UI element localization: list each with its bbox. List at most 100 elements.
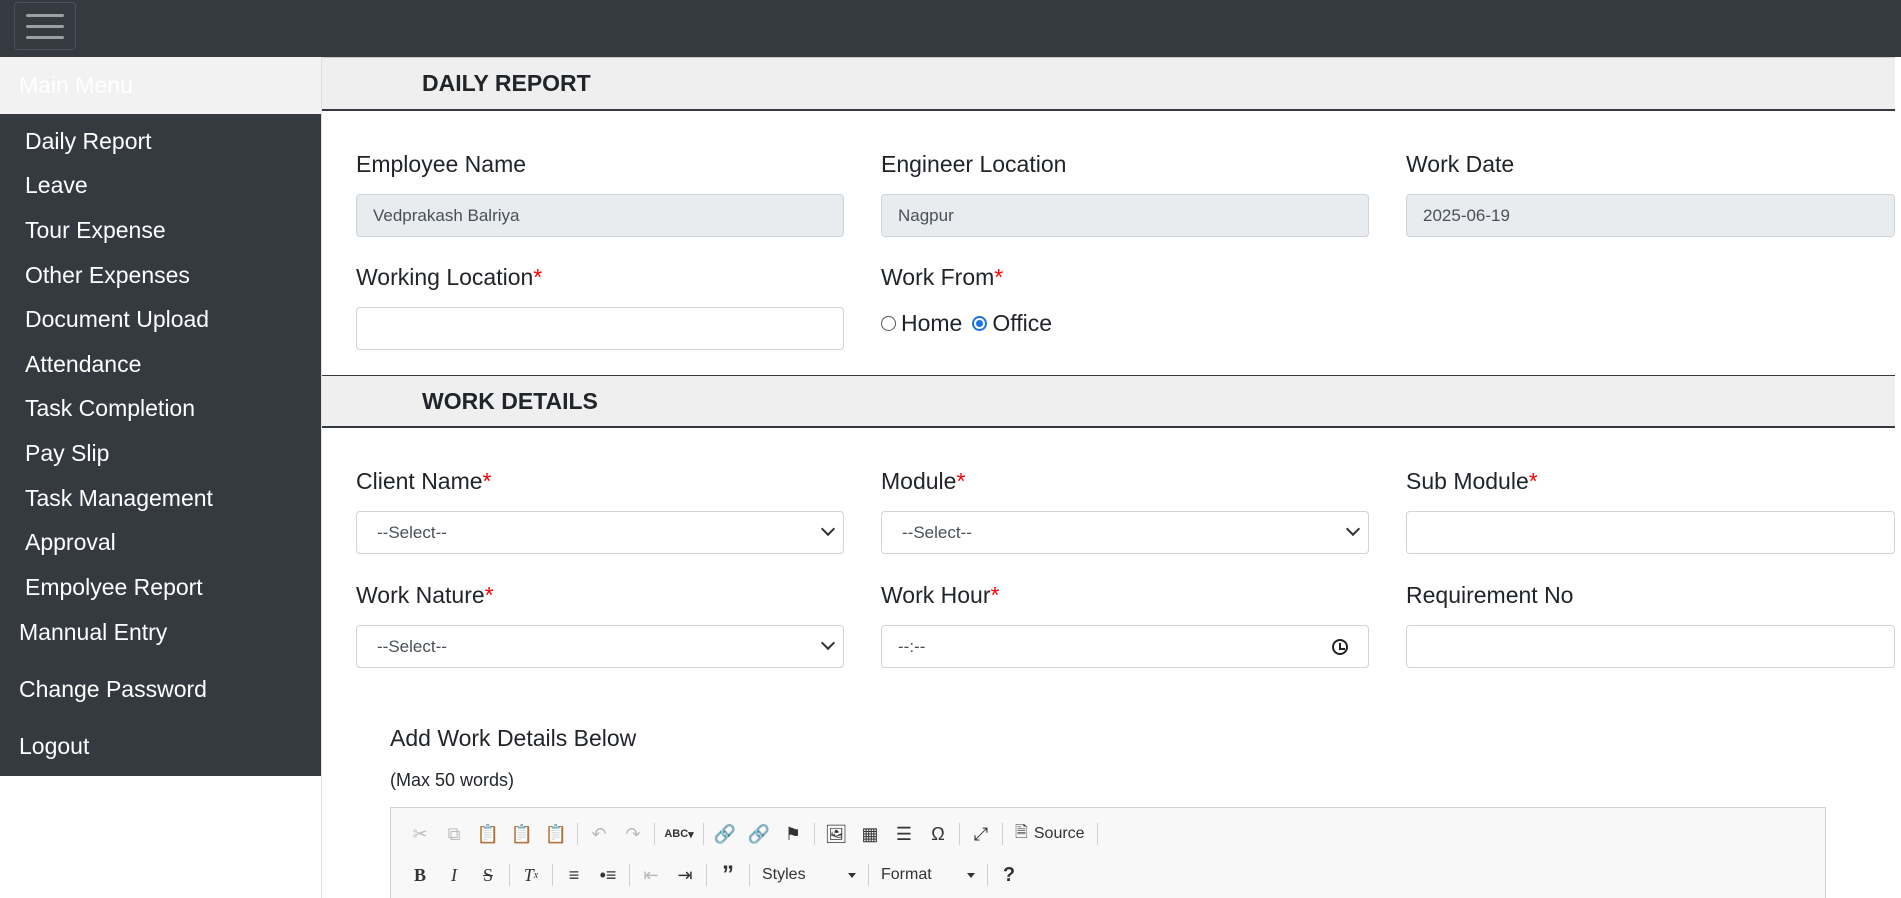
- copy-icon[interactable]: ⧉: [437, 819, 471, 849]
- work-from-radio-group: Home Office: [881, 310, 1062, 337]
- work-nature-select-value: --Select--: [377, 636, 447, 656]
- main-divider: [321, 57, 322, 898]
- required-marker: *: [1528, 468, 1538, 494]
- toolbar-separator: [868, 864, 869, 886]
- editor-title: Add Work Details Below: [390, 725, 637, 751]
- employee-name-field[interactable]: Vedprakash Balriya: [356, 194, 844, 237]
- paste-icon[interactable]: 📋: [471, 819, 505, 849]
- cut-icon[interactable]: ✂: [403, 819, 437, 849]
- sidebar-item-task-management[interactable]: Task Management: [0, 476, 321, 521]
- format-dropdown-label: Format: [881, 866, 932, 883]
- work-nature-label-text: Work Nature: [356, 582, 485, 608]
- paste-from-word-icon[interactable]: 📋: [539, 819, 573, 849]
- sidebar-item-approval[interactable]: Approval: [0, 520, 321, 565]
- bold-icon[interactable]: B: [403, 860, 437, 890]
- required-marker: *: [990, 582, 1000, 608]
- source-button[interactable]: 🗎 Source: [1007, 819, 1093, 849]
- decrease-indent-icon[interactable]: ⇤: [634, 860, 668, 890]
- clock-icon[interactable]: [1332, 639, 1348, 655]
- module-label: Module*: [881, 468, 965, 495]
- work-from-home-label[interactable]: Home: [901, 310, 962, 337]
- maximize-icon[interactable]: ⤢: [964, 819, 998, 849]
- special-character-icon[interactable]: Ω: [921, 819, 955, 849]
- work-from-label: Work From*: [881, 264, 1003, 291]
- work-from-label-text: Work From: [881, 264, 995, 290]
- chevron-down-icon: [1345, 521, 1361, 537]
- toolbar-separator: [749, 864, 750, 886]
- italic-icon[interactable]: I: [437, 860, 471, 890]
- client-name-select[interactable]: --Select--: [356, 511, 844, 554]
- styles-dropdown[interactable]: Styles: [754, 860, 864, 890]
- unlink-icon[interactable]: 🔗: [742, 819, 776, 849]
- numbered-list-icon[interactable]: ≡: [557, 860, 591, 890]
- requirement-no-input[interactable]: [1406, 625, 1895, 668]
- sidebar-menu: Daily Report Leave Tour Expense Other Ex…: [0, 114, 321, 610]
- work-date-field[interactable]: 2025-06-19: [1406, 194, 1895, 237]
- work-date-label-text: Work Date: [1406, 151, 1515, 177]
- styles-dropdown-label: Styles: [762, 866, 806, 883]
- horizontal-line-icon[interactable]: ☰: [887, 819, 921, 849]
- work-nature-select[interactable]: --Select--: [356, 625, 844, 668]
- sidebar-item-document-upload[interactable]: Document Upload: [0, 297, 321, 342]
- toolbar-separator: [814, 823, 815, 845]
- anchor-flag-icon[interactable]: ⚑: [776, 819, 810, 849]
- spellcheck-icon[interactable]: ABC ▾: [659, 819, 699, 849]
- sidebar-item-logout[interactable]: Logout: [19, 733, 89, 760]
- work-from-home-radio[interactable]: [881, 316, 896, 331]
- work-hour-label-text: Work Hour: [881, 582, 991, 608]
- sidebar: Main Menu Daily Report Leave Tour Expens…: [0, 57, 321, 776]
- blockquote-icon[interactable]: ”: [711, 860, 745, 890]
- sidebar-item-daily-report[interactable]: Daily Report: [0, 119, 321, 164]
- spellcheck-label: ABC: [664, 828, 689, 840]
- link-icon[interactable]: 🔗: [708, 819, 742, 849]
- work-hour-input[interactable]: --:--: [881, 625, 1369, 668]
- table-icon[interactable]: ▦: [853, 819, 887, 849]
- required-marker: *: [484, 582, 494, 608]
- toolbar-separator: [629, 864, 630, 886]
- client-name-label-text: Client Name: [356, 468, 483, 494]
- increase-indent-icon[interactable]: ⇥: [668, 860, 702, 890]
- sidebar-item-manual-entry[interactable]: Mannual Entry: [19, 619, 167, 646]
- strikethrough-icon[interactable]: S: [471, 860, 505, 890]
- work-from-office-label[interactable]: Office: [992, 310, 1052, 337]
- toolbar-separator: [654, 823, 655, 845]
- sidebar-item-change-password[interactable]: Change Password: [19, 676, 207, 703]
- required-marker: *: [482, 468, 492, 494]
- sidebar-item-attendance[interactable]: Attendance: [0, 342, 321, 387]
- remove-format-icon[interactable]: Tx: [514, 860, 548, 890]
- toolbar-separator: [706, 864, 707, 886]
- work-hour-label: Work Hour*: [881, 582, 999, 609]
- sidebar-item-employee-report[interactable]: Empolyee Report: [0, 565, 321, 610]
- client-name-label: Client Name*: [356, 468, 492, 495]
- undo-icon[interactable]: ↶: [582, 819, 616, 849]
- sub-module-input[interactable]: [1406, 511, 1895, 554]
- top-navbar: [0, 0, 1901, 57]
- work-details-header: WORK DETAILS: [322, 375, 1895, 428]
- sidebar-item-task-completion[interactable]: Task Completion: [0, 387, 321, 432]
- client-name-select-value: --Select--: [377, 522, 447, 542]
- sidebar-item-pay-slip[interactable]: Pay Slip: [0, 431, 321, 476]
- redo-icon[interactable]: ↷: [616, 819, 650, 849]
- source-label: Source: [1033, 825, 1085, 842]
- working-location-label-text: Working Location: [356, 264, 534, 290]
- help-icon[interactable]: ?: [992, 860, 1026, 890]
- image-icon[interactable]: 🖼: [819, 819, 853, 849]
- sidebar-item-tour-expense[interactable]: Tour Expense: [0, 208, 321, 253]
- sidebar-header: Main Menu: [0, 57, 321, 114]
- paste-text-icon[interactable]: 📋: [505, 819, 539, 849]
- work-from-office-radio[interactable]: [972, 316, 988, 331]
- module-select-value: --Select--: [902, 522, 972, 542]
- chevron-down-icon: [848, 872, 856, 878]
- bulleted-list-icon[interactable]: •≡: [591, 860, 625, 890]
- module-select[interactable]: --Select--: [881, 511, 1369, 554]
- format-dropdown[interactable]: Format: [873, 860, 983, 890]
- sidebar-item-leave[interactable]: Leave: [0, 164, 321, 209]
- toolbar-separator: [959, 823, 960, 845]
- required-marker: *: [533, 264, 543, 290]
- sub-module-label-text: Sub Module: [1406, 468, 1529, 494]
- toolbar-separator: [509, 864, 510, 886]
- sidebar-item-other-expenses[interactable]: Other Expenses: [0, 253, 321, 298]
- engineer-location-field[interactable]: Nagpur: [881, 194, 1369, 237]
- working-location-input[interactable]: [356, 307, 844, 350]
- hamburger-menu-icon[interactable]: [14, 2, 76, 50]
